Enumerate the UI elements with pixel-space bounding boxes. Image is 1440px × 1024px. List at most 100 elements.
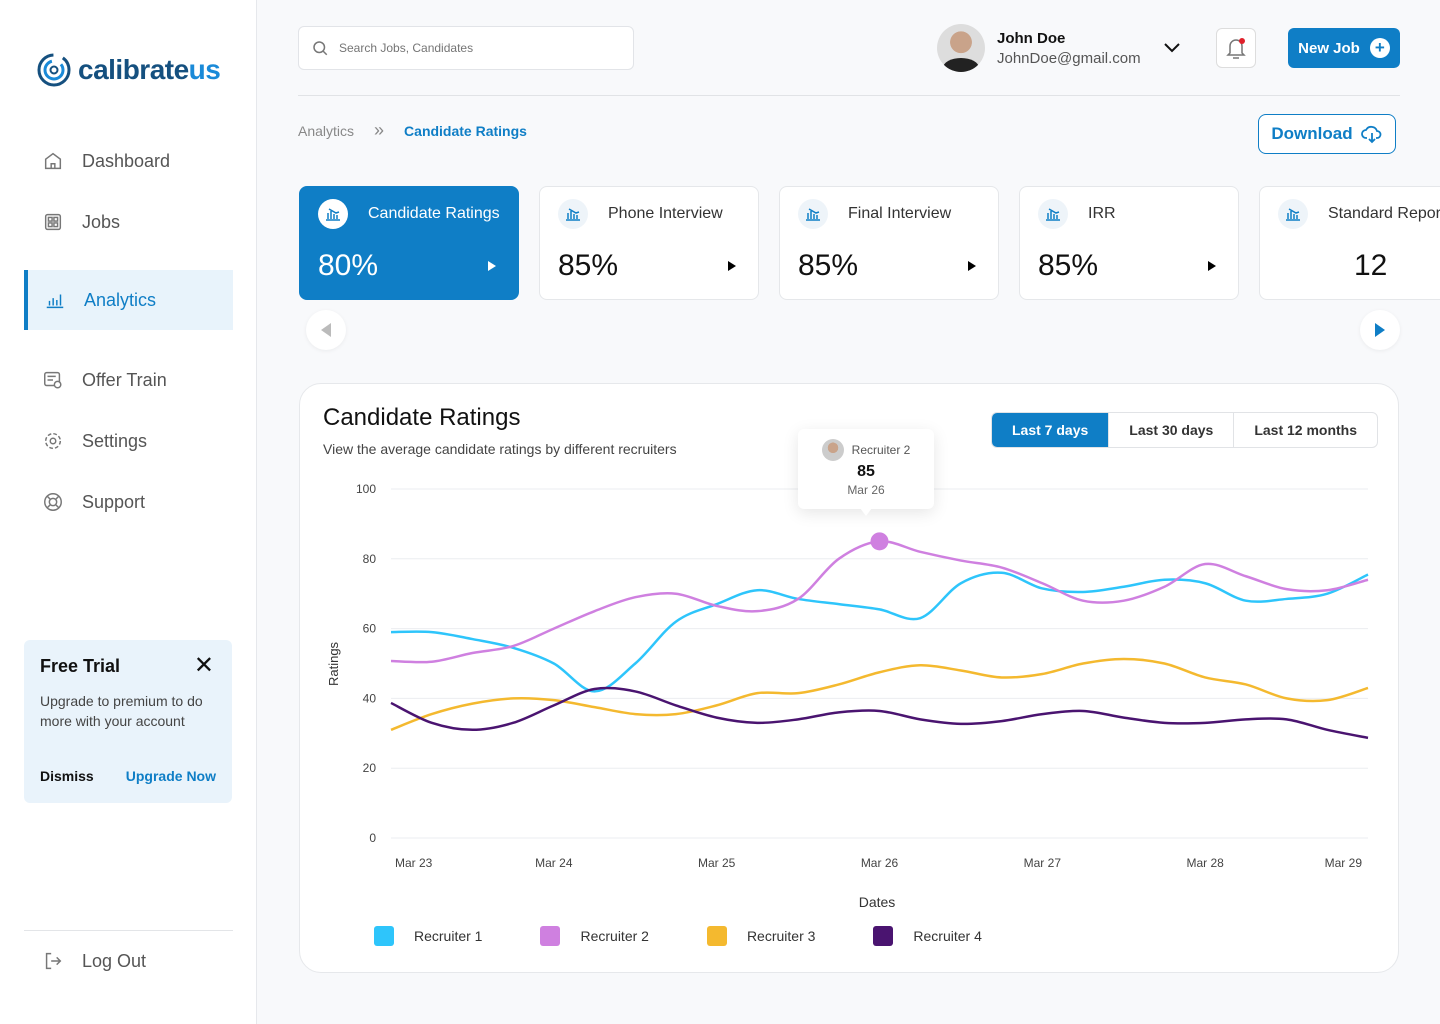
y-tick-label: 20 <box>363 761 377 775</box>
play-arrow-icon[interactable] <box>728 261 736 271</box>
breadcrumb-analytics[interactable]: Analytics <box>298 123 354 139</box>
y-tick-label: 60 <box>363 622 377 636</box>
play-arrow-icon[interactable] <box>968 261 976 271</box>
metric-label: Candidate Ratings <box>368 205 500 222</box>
legend-item[interactable]: Recruiter 3 <box>706 926 816 946</box>
y-axis-title: Ratings <box>326 641 341 686</box>
dismiss-button[interactable]: Dismiss <box>40 768 94 784</box>
metric-label: Standard Report <box>1328 205 1440 222</box>
sidebar-item-offer-train[interactable]: Offer Train <box>24 350 233 410</box>
free-trial-title: Free Trial <box>40 656 121 676</box>
sidebar-item-label: Dashboard <box>82 150 171 171</box>
download-label: Download <box>1271 124 1353 143</box>
legend-item[interactable]: Recruiter 2 <box>540 926 649 946</box>
lifebuoy-icon <box>44 493 62 511</box>
download-button[interactable]: Download <box>1258 114 1396 154</box>
chart-icon-badge <box>798 199 828 229</box>
metric-label: Final Interview <box>848 205 952 222</box>
legend-swatch <box>873 926 894 946</box>
metric-value: 85% <box>798 249 859 282</box>
search-bar[interactable] <box>298 26 634 70</box>
user-email: JohnDoe@gmail.com <box>997 50 1141 67</box>
scroll-right-button[interactable] <box>1360 310 1400 350</box>
play-arrow-icon[interactable] <box>488 261 496 271</box>
user-name: John Doe <box>997 30 1066 47</box>
logout-button[interactable]: Log Out <box>24 931 233 991</box>
x-tick-label: Mar 26 <box>861 856 899 870</box>
legend-label: Recruiter 3 <box>746 928 816 944</box>
breadcrumb-current: Candidate Ratings <box>404 122 527 139</box>
x-tick-label: Mar 28 <box>1186 856 1224 870</box>
bar-chart-icon <box>46 294 64 309</box>
logout-label: Log Out <box>82 950 147 971</box>
sidebar-item-label: Settings <box>82 430 148 451</box>
highlighted-point[interactable] <box>870 532 889 551</box>
free-trial-card: Free Trial ✕ Upgrade to premium to do mo… <box>24 640 232 803</box>
chart-tooltip: Recruiter 2 85 Mar 26 <box>798 429 934 516</box>
metric-value: 85% <box>558 249 619 282</box>
upgrade-now-button[interactable]: Upgrade Now <box>126 768 216 784</box>
sidebar-item-label: Offer Train <box>82 369 167 390</box>
chart-trend-icon <box>566 208 580 221</box>
metric-card[interactable]: Standard Report 12 <box>1259 186 1440 300</box>
logo[interactable]: calibrateus <box>36 52 221 88</box>
logo-icon <box>37 53 71 87</box>
chart-trend-icon <box>326 208 340 221</box>
series-line-1[interactable] <box>390 571 1369 693</box>
metric-card[interactable]: IRR 85% <box>1019 186 1239 300</box>
legend-item[interactable]: Recruiter 1 <box>374 926 482 946</box>
avatar[interactable] <box>937 24 985 72</box>
y-tick-label: 0 <box>369 831 376 845</box>
chart-trend-icon <box>1046 208 1060 221</box>
legend-item[interactable]: Recruiter 4 <box>873 926 982 946</box>
logo-text: calibrateus <box>78 54 221 85</box>
metric-card[interactable]: Phone Interview 85% <box>539 186 759 300</box>
sidebar-item-label: Analytics <box>84 289 157 310</box>
double-chevron-right-icon: » <box>374 120 385 140</box>
sidebar: calibrateus Dashboard Jobs Analytics Off… <box>0 0 257 1024</box>
gear-icon <box>44 432 62 450</box>
free-trial-text: Upgrade to premium to do more with your … <box>40 693 203 729</box>
avatar <box>821 439 844 461</box>
x-tick-label: Mar 24 <box>535 856 573 870</box>
scroll-left-button[interactable] <box>306 310 346 350</box>
tooltip-series: Recruiter 2 <box>851 443 911 457</box>
y-tick-label: 40 <box>363 691 377 705</box>
legend-label: Recruiter 4 <box>913 928 982 944</box>
search-input[interactable] <box>339 41 599 55</box>
sidebar-item-settings[interactable]: Settings <box>24 411 233 471</box>
tooltip-value: 85 <box>857 463 875 480</box>
sidebar-item-jobs[interactable]: Jobs <box>24 192 233 252</box>
chart-icon-badge <box>1278 199 1308 229</box>
sidebar-item-analytics[interactable]: Analytics <box>24 270 233 330</box>
x-axis-title: Dates <box>859 894 896 910</box>
notifications-button[interactable] <box>1216 28 1256 68</box>
cloud-download-icon <box>1360 125 1381 144</box>
x-tick-label: Mar 29 <box>1325 856 1363 870</box>
close-icon[interactable]: ✕ <box>194 654 214 678</box>
metric-value: 80% <box>318 249 379 282</box>
legend-label: Recruiter 2 <box>580 928 649 944</box>
chart-icon-badge <box>558 199 588 229</box>
divider <box>298 95 1400 96</box>
series-line-2[interactable] <box>390 540 1369 664</box>
grid-icon <box>44 213 62 231</box>
sidebar-item-dashboard[interactable]: Dashboard <box>24 131 233 191</box>
logout-icon <box>45 952 62 970</box>
series-line-4[interactable] <box>390 686 1369 740</box>
metric-value: 12 <box>1354 249 1388 282</box>
legend-swatch <box>540 926 561 946</box>
y-tick-label: 100 <box>356 482 376 496</box>
new-job-button[interactable]: New Job + <box>1288 28 1400 68</box>
chevron-down-icon[interactable] <box>1163 40 1181 56</box>
metric-label: IRR <box>1088 205 1116 222</box>
series-line-3[interactable] <box>390 657 1369 731</box>
metric-card[interactable]: Final Interview 85% <box>779 186 999 300</box>
play-arrow-icon[interactable] <box>1208 261 1216 271</box>
new-job-label: New Job <box>1298 39 1360 57</box>
sidebar-item-support[interactable]: Support <box>24 472 233 532</box>
sidebar-item-label: Support <box>82 491 146 512</box>
document-settings-icon <box>44 371 62 389</box>
metric-card[interactable]: Candidate Ratings 80% <box>299 186 519 300</box>
y-tick-label: 80 <box>363 552 377 566</box>
